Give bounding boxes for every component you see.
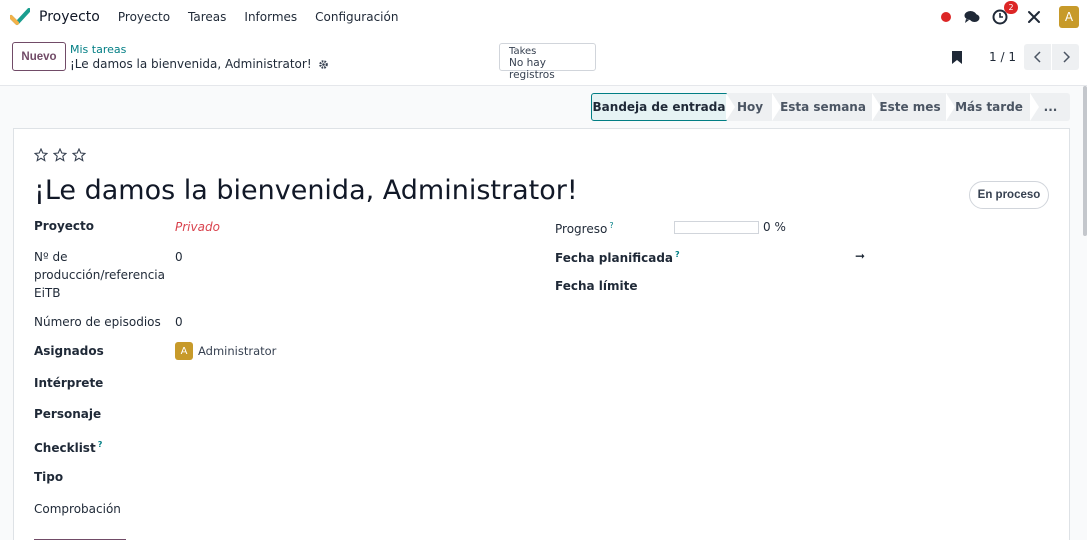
help-icon[interactable]: ? bbox=[675, 250, 680, 259]
tools-icon[interactable] bbox=[1025, 8, 1043, 26]
value-numero-episodios[interactable]: 0 bbox=[175, 313, 183, 331]
assignee-avatar: A bbox=[175, 342, 193, 360]
breadcrumb-current: ¡Le damos la bienvenida, Administrator! bbox=[70, 57, 329, 72]
label-fecha-limite: Fecha límite bbox=[555, 279, 638, 293]
state-button[interactable]: En proceso bbox=[969, 181, 1049, 209]
label-interprete: Intérprete bbox=[34, 376, 104, 390]
scrollbar[interactable] bbox=[1083, 86, 1087, 236]
stage-hoy[interactable]: Hoy bbox=[726, 93, 773, 121]
top-navbar: Proyecto Proyecto Tareas Informes Config… bbox=[0, 0, 1087, 34]
stage-bandeja-de-entrada[interactable]: Bandeja de entrada bbox=[591, 93, 727, 121]
pager-value[interactable]: 1 / 1 bbox=[989, 50, 1016, 64]
activity-count-badge: 2 bbox=[1004, 1, 1018, 14]
label-numero-episodios: Número de episodios bbox=[34, 315, 161, 329]
user-avatar[interactable]: A bbox=[1059, 6, 1079, 28]
app-name[interactable]: Proyecto bbox=[39, 9, 100, 25]
task-title[interactable]: ¡Le damos la bienvenida, Administrator! bbox=[34, 175, 578, 206]
label-progreso-text: Progreso bbox=[555, 222, 608, 236]
label-asignados: Asignados bbox=[34, 344, 104, 358]
star-icon[interactable] bbox=[72, 148, 86, 162]
breadcrumb: Mis tareas ¡Le damos la bienvenida, Admi… bbox=[70, 43, 329, 72]
menu-tareas[interactable]: Tareas bbox=[188, 10, 226, 24]
label-proyecto: Proyecto bbox=[34, 219, 95, 233]
app-logo-icon[interactable] bbox=[10, 7, 32, 27]
help-icon[interactable]: ? bbox=[609, 221, 613, 230]
star-icon[interactable] bbox=[53, 148, 67, 162]
stage-more-button[interactable]: ... bbox=[1030, 93, 1070, 121]
star-icon[interactable] bbox=[34, 148, 48, 162]
value-progreso: 0 % bbox=[763, 220, 786, 234]
breadcrumb-parent-link[interactable]: Mis tareas bbox=[70, 43, 329, 56]
menu-informes[interactable]: Informes bbox=[244, 10, 297, 24]
activity-clock-icon[interactable]: 2 bbox=[991, 1, 1018, 26]
menu-proyecto[interactable]: Proyecto bbox=[118, 10, 170, 24]
stage-este-mes[interactable]: Este mes bbox=[872, 93, 947, 121]
record-icon[interactable] bbox=[941, 12, 951, 22]
control-panel: Nuevo Mis tareas ¡Le damos la bienvenida… bbox=[0, 34, 1087, 86]
help-icon[interactable]: ? bbox=[98, 440, 103, 449]
priority-stars bbox=[34, 148, 91, 162]
form-sheet: ¡Le damos la bienvenida, Administrator! … bbox=[13, 128, 1070, 540]
breadcrumb-current-label: ¡Le damos la bienvenida, Administrator! bbox=[70, 57, 312, 71]
new-button[interactable]: Nuevo bbox=[12, 42, 66, 71]
menu-configuracion[interactable]: Configuración bbox=[315, 10, 398, 24]
takes-smart-button[interactable]: Takes No hay registros bbox=[499, 43, 596, 81]
stage-mas-tarde[interactable]: Más tarde bbox=[946, 93, 1031, 121]
label-fecha-planificada: Fecha planificada? bbox=[555, 246, 680, 267]
label-checklist-text: Checklist bbox=[34, 441, 96, 455]
chevron-left-icon bbox=[1033, 51, 1041, 63]
systray: 2 A bbox=[941, 0, 1079, 34]
pager-next-button[interactable] bbox=[1052, 44, 1079, 70]
stage-statusbar: Bandeja de entrada Hoy Esta semana Este … bbox=[591, 93, 1070, 121]
label-fecha-planificada-text: Fecha planificada bbox=[555, 251, 674, 265]
chat-icon[interactable] bbox=[963, 8, 981, 26]
value-proyecto[interactable]: Privado bbox=[175, 218, 220, 236]
label-referencia-eitb: Nº de producción/referencia EiTB bbox=[34, 250, 165, 300]
takes-value: No hay registros bbox=[509, 57, 555, 81]
label-checklist: Checklist? bbox=[34, 436, 102, 457]
bookmark-icon[interactable] bbox=[951, 49, 965, 65]
label-personaje: Personaje bbox=[34, 407, 102, 421]
value-referencia-eitb[interactable]: 0 bbox=[175, 248, 183, 266]
pager: 1 / 1 bbox=[951, 43, 1079, 71]
gear-icon[interactable] bbox=[318, 59, 329, 70]
label-comprobacion: Comprobación bbox=[34, 502, 121, 516]
assignee-tag[interactable]: A Administrator bbox=[175, 342, 276, 360]
takes-title: Takes bbox=[509, 46, 537, 57]
progress-bar[interactable] bbox=[674, 221, 759, 234]
assignee-name: Administrator bbox=[198, 344, 277, 358]
chevron-right-icon bbox=[1062, 51, 1070, 63]
pager-previous-button[interactable] bbox=[1024, 44, 1051, 70]
stage-esta-semana[interactable]: Esta semana bbox=[772, 93, 873, 121]
label-tipo: Tipo bbox=[34, 470, 64, 484]
label-progreso: Progreso? bbox=[555, 217, 614, 238]
date-range-arrow-icon: ➞ bbox=[855, 249, 866, 263]
